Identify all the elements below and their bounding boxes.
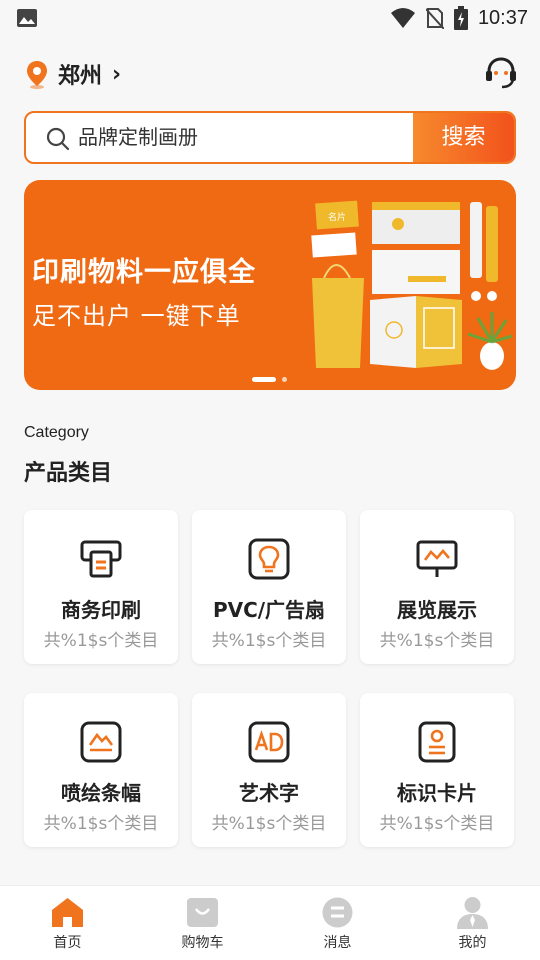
category-count: 共%1$s个类目 <box>379 814 495 834</box>
message-icon <box>322 897 353 928</box>
category-card-business-printing[interactable]: 商务印刷 共%1$s个类目 <box>24 510 178 664</box>
nav-label: 购物车 <box>181 935 224 951</box>
banner-pagination <box>252 377 287 382</box>
category-name: 喷绘条幅 <box>61 781 141 805</box>
search-button[interactable]: 搜索 <box>413 113 514 162</box>
lightbulb-icon <box>248 538 290 580</box>
printer-icon <box>80 540 122 578</box>
header: 郑州 › <box>0 56 540 96</box>
city-name: 郑州 <box>58 64 103 89</box>
category-grid: 商务印刷 共%1$s个类目 PVC/广告扇 共%1$s个类目 展览展示 共%1$… <box>24 510 516 847</box>
print-materials-illustration: 名片 <box>311 200 513 370</box>
nav-label: 我的 <box>458 935 487 951</box>
bottom-nav: 首页 购物车 消息 我的 <box>0 885 540 960</box>
category-name: 展览展示 <box>397 598 477 622</box>
nav-item-profile[interactable]: 我的 <box>405 886 540 960</box>
category-count: 共%1$s个类目 <box>211 814 327 834</box>
system-icons: 10:37 <box>390 6 528 30</box>
location-pin-icon <box>27 61 47 89</box>
ad-icon <box>248 721 290 763</box>
category-name: 商务印刷 <box>61 598 141 622</box>
id-card-icon <box>418 721 456 763</box>
promo-banner[interactable]: 印刷物料一应俱全 足不出户 一键下单 名片 <box>24 180 516 390</box>
nav-item-messages[interactable]: 消息 <box>270 886 405 960</box>
shopping-bag-icon <box>187 898 218 927</box>
banner-title: 印刷物料一应俱全 <box>32 257 256 288</box>
section-title: 产品类目 <box>24 461 113 486</box>
clock: 10:37 <box>477 6 528 29</box>
nav-label: 消息 <box>323 935 352 951</box>
display-board-icon <box>416 540 458 577</box>
profile-icon <box>457 897 488 929</box>
chevron-right-icon: › <box>112 61 122 87</box>
location-selector[interactable]: 郑州 › <box>24 58 121 90</box>
category-name: 标识卡片 <box>397 781 477 805</box>
home-icon <box>52 898 83 927</box>
category-card-exhibition[interactable]: 展览展示 共%1$s个类目 <box>360 510 514 664</box>
gallery-notification-icon <box>17 9 37 27</box>
search-input[interactable]: 品牌定制画册 <box>78 113 198 162</box>
section-label-en: Category <box>24 424 89 441</box>
category-count: 共%1$s个类目 <box>211 631 327 651</box>
business-card-label: 名片 <box>328 211 346 223</box>
mountain-banner-icon <box>80 721 122 763</box>
category-card-id-cards[interactable]: 标识卡片 共%1$s个类目 <box>360 693 514 847</box>
banner-subtitle: 足不出户 一键下单 <box>32 302 241 330</box>
page-indicator <box>282 377 287 382</box>
category-name: 艺术字 <box>239 781 299 805</box>
battery-charging-icon <box>453 6 468 30</box>
search-bar: 品牌定制画册 搜索 <box>24 111 516 164</box>
wifi-icon <box>390 8 415 28</box>
category-count: 共%1$s个类目 <box>43 631 159 651</box>
search-icon <box>46 127 70 151</box>
category-card-banner-printing[interactable]: 喷绘条幅 共%1$s个类目 <box>24 693 178 847</box>
nav-item-home[interactable]: 首页 <box>0 886 135 960</box>
nav-label: 首页 <box>53 935 82 951</box>
customer-service-icon[interactable] <box>484 56 518 90</box>
category-name: PVC/广告扇 <box>212 598 326 622</box>
nav-item-cart[interactable]: 购物车 <box>135 886 270 960</box>
category-card-pvc-fan[interactable]: PVC/广告扇 共%1$s个类目 <box>192 510 346 664</box>
page-indicator-active <box>252 377 276 382</box>
no-sim-icon <box>425 8 444 29</box>
status-bar: 10:37 <box>0 0 540 36</box>
category-count: 共%1$s个类目 <box>379 631 495 651</box>
category-count: 共%1$s个类目 <box>43 814 159 834</box>
category-card-art-lettering[interactable]: 艺术字 共%1$s个类目 <box>192 693 346 847</box>
